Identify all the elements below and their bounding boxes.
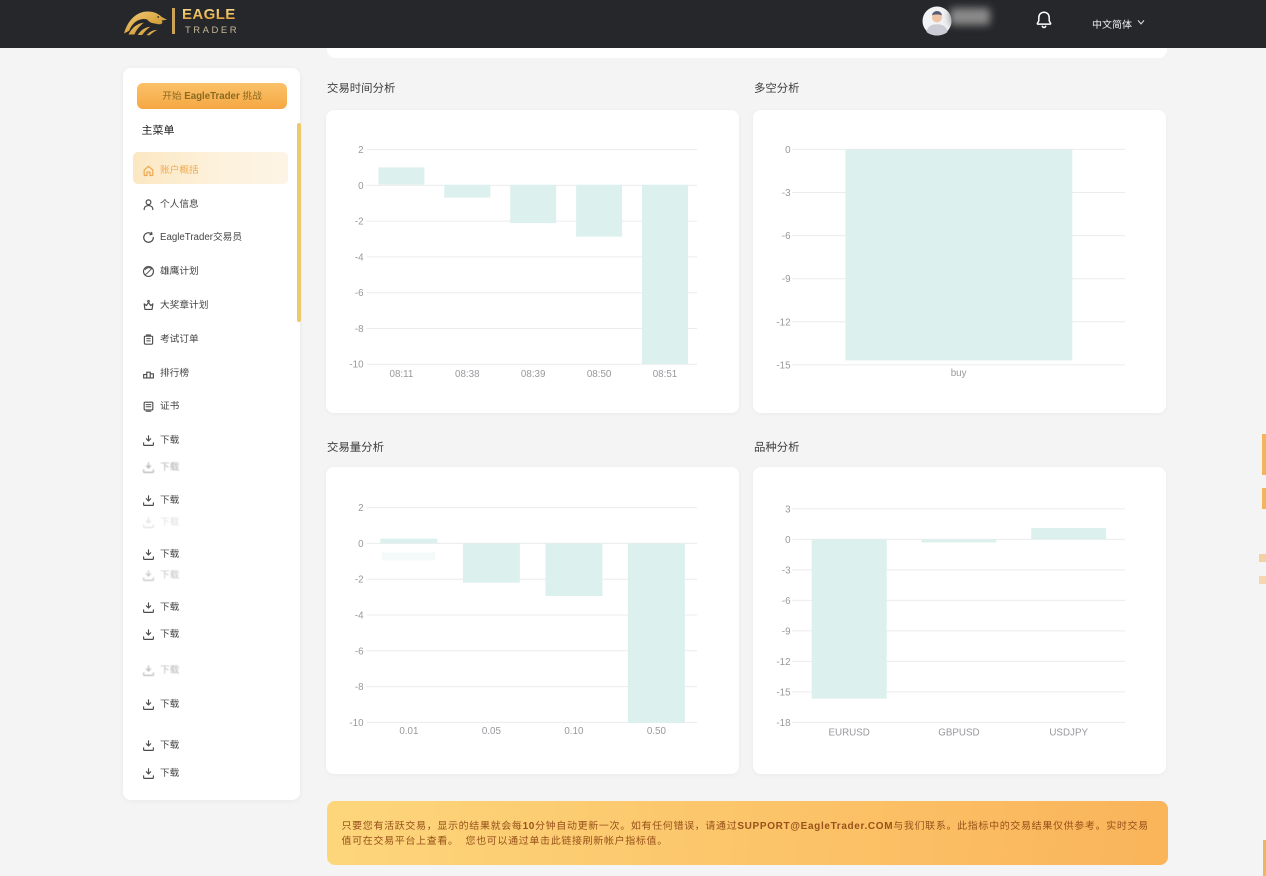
- svg-text:0: 0: [785, 535, 791, 546]
- svg-text:-3: -3: [782, 188, 791, 199]
- svg-text:-3: -3: [782, 565, 791, 576]
- svg-text:-8: -8: [355, 682, 364, 693]
- svg-text:-6: -6: [782, 596, 791, 607]
- svg-text:-9: -9: [782, 626, 791, 637]
- svg-text:0.50: 0.50: [647, 726, 667, 737]
- svg-text:0.01: 0.01: [399, 726, 418, 737]
- svg-text:3: 3: [785, 504, 791, 515]
- svg-text:-12: -12: [776, 657, 790, 668]
- svg-text:0: 0: [785, 145, 791, 156]
- svg-text:0: 0: [358, 181, 364, 192]
- svg-text:2: 2: [358, 145, 363, 156]
- svg-text:-12: -12: [776, 317, 790, 328]
- svg-text:GBPUSD: GBPUSD: [938, 728, 979, 739]
- svg-text:2: 2: [358, 503, 363, 514]
- svg-text:-4: -4: [355, 252, 364, 263]
- svg-text:08:51: 08:51: [653, 369, 678, 380]
- svg-text:EURUSD: EURUSD: [829, 728, 870, 739]
- svg-text:-15: -15: [776, 687, 791, 698]
- svg-text:08:39: 08:39: [521, 369, 546, 380]
- svg-text:-18: -18: [776, 718, 791, 729]
- svg-text:08:11: 08:11: [390, 369, 414, 380]
- svg-text:08:50: 08:50: [587, 369, 612, 380]
- svg-text:-10: -10: [349, 718, 364, 729]
- svg-text:-6: -6: [355, 288, 364, 299]
- svg-text:0.10: 0.10: [564, 726, 584, 737]
- svg-text:-9: -9: [782, 274, 791, 285]
- svg-text:-10: -10: [349, 360, 364, 371]
- svg-text:USDJPY: USDJPY: [1049, 728, 1088, 739]
- svg-text:08:38: 08:38: [455, 369, 480, 380]
- svg-text:0.05: 0.05: [482, 726, 502, 737]
- svg-text:-2: -2: [355, 217, 364, 228]
- svg-text:0: 0: [358, 539, 364, 550]
- svg-text:buy: buy: [951, 368, 967, 379]
- svg-text:-15: -15: [776, 360, 791, 371]
- svg-text:-8: -8: [355, 324, 364, 335]
- svg-text:-4: -4: [355, 611, 364, 622]
- svg-text:-2: -2: [355, 575, 364, 586]
- svg-text:-6: -6: [355, 646, 364, 657]
- svg-text:-6: -6: [782, 231, 791, 242]
